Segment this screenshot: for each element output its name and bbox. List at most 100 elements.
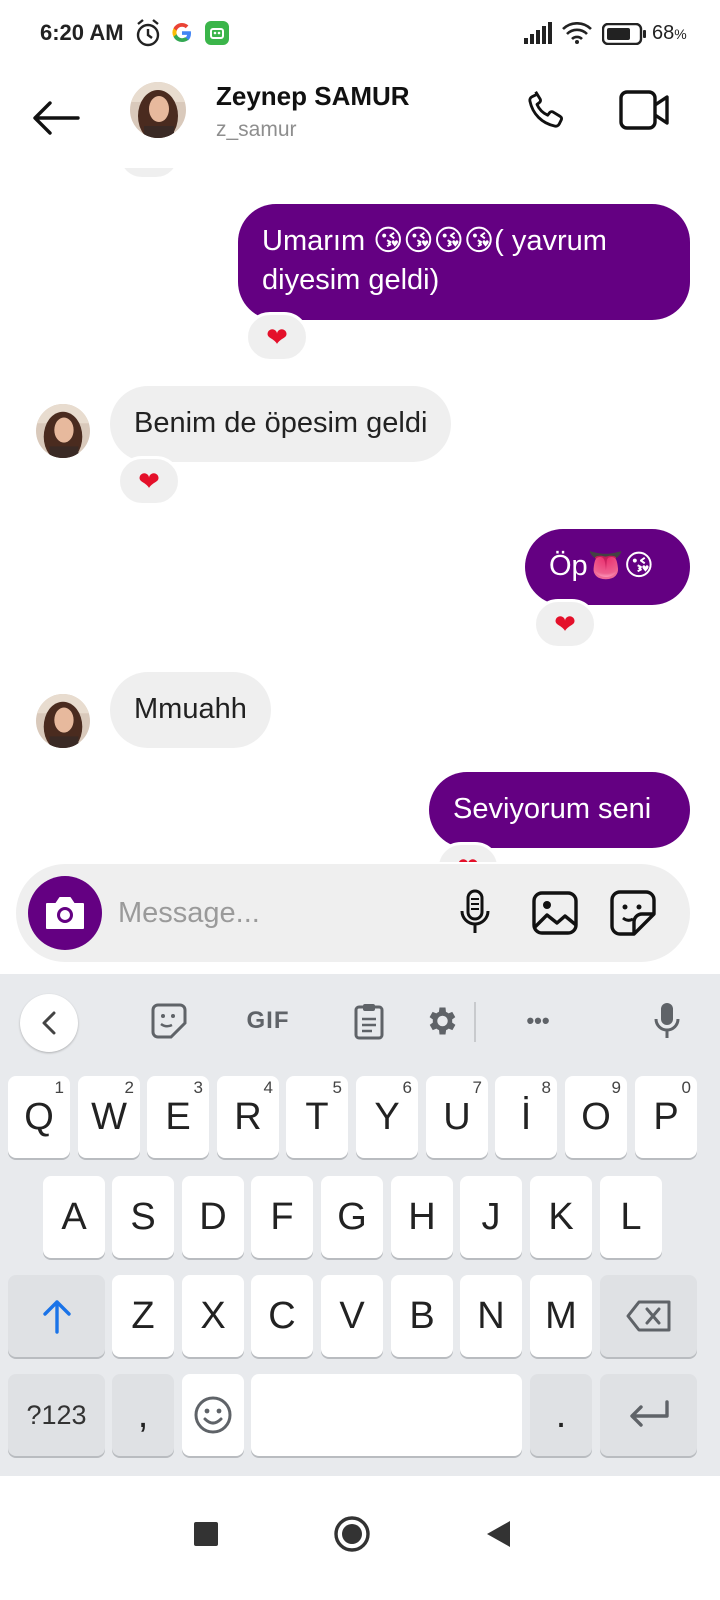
message-text: ( yavrum [494,225,607,257]
outgoing-message[interactable]: Seviyorum seni [429,772,690,848]
microphone-icon [654,1003,680,1038]
key-c[interactable]: C [251,1275,313,1357]
comma-key[interactable]: , [112,1374,174,1456]
key-q[interactable]: Q1 [8,1076,70,1158]
sticker-icon [151,1003,187,1039]
key-n[interactable]: N [460,1275,522,1357]
enter-icon [629,1400,669,1427]
period-key[interactable]: . [530,1374,592,1456]
tongue-kiss-emoji: 👅😘 [587,550,655,582]
voice-message-button[interactable] [450,888,500,938]
key-t[interactable]: T5 [286,1076,348,1158]
reaction-heart[interactable]: ❤ [245,312,309,362]
message-text: Umarım [262,225,366,257]
camera-icon [46,897,84,929]
reaction-heart[interactable]: ❤ [117,456,181,506]
signal-icon [524,22,552,49]
key-dotted-i[interactable]: İ8 [495,1076,557,1158]
key-j[interactable]: J [460,1176,522,1258]
kiss-emoji: 😘😘😘😘 [373,225,495,257]
alarm-icon [134,18,162,53]
shift-key[interactable] [8,1275,105,1357]
voice-typing-button[interactable] [644,994,690,1048]
battery-percent: 68% [652,22,687,44]
toolbar-divider [474,1002,476,1042]
incoming-message[interactable]: Benim de öpesim geldi [110,386,452,462]
key-r[interactable]: R4 [217,1076,279,1158]
gif-button[interactable]: GIF [240,994,296,1048]
home-button[interactable] [322,1504,382,1564]
status-bar: 6:20 AM 68% [0,0,720,68]
video-icon [619,90,669,130]
onscreen-keyboard: GIF ••• Q1 W2 E3 R4 T5 Y6 U7 İ8 O9 P0 A … [0,974,720,1476]
key-f[interactable]: F [251,1176,313,1258]
outgoing-message[interactable]: Öp👅😘 [525,529,690,605]
gallery-button[interactable] [530,888,580,938]
keyboard-toolbar: GIF ••• [0,974,720,1068]
gallery-icon [532,891,578,935]
google-icon [170,20,194,51]
key-z[interactable]: Z [112,1275,174,1357]
clipboard-icon [354,1004,384,1040]
enter-key[interactable] [600,1374,697,1456]
back-nav-button[interactable] [468,1504,528,1564]
sender-avatar[interactable] [36,694,90,748]
contact-username[interactable]: z_samur [216,118,297,142]
message-text: Öp [549,550,588,582]
settings-icon [429,1007,456,1035]
keyboard-settings-button[interactable] [418,994,464,1048]
key-l[interactable]: L [600,1176,662,1258]
keyboard-back-button[interactable] [20,994,78,1052]
battery-icon [601,22,648,50]
reaction-heart[interactable]: ❤ [533,599,597,649]
key-o[interactable]: O9 [565,1076,627,1158]
video-call-button[interactable] [614,82,674,138]
key-v[interactable]: V [321,1275,383,1357]
key-p[interactable]: P0 [635,1076,697,1158]
key-g[interactable]: G [321,1176,383,1258]
recents-button[interactable] [176,1504,236,1564]
space-bar[interactable] [251,1374,522,1456]
incoming-message[interactable]: Mmuahh [110,672,271,748]
keyboard-sticker-button[interactable] [146,994,192,1048]
back-button[interactable] [28,90,84,146]
key-x[interactable]: X [182,1275,244,1357]
wifi-icon [562,22,592,49]
backspace-key[interactable] [600,1275,697,1357]
message-composer [16,864,690,962]
camera-button[interactable] [28,876,102,950]
shift-arrow-icon [42,1300,71,1334]
sticker-icon [610,890,656,936]
chevron-left-icon [42,1011,56,1035]
key-a[interactable]: A [43,1176,105,1258]
emoji-key[interactable] [182,1374,244,1456]
sender-avatar[interactable] [36,404,90,458]
message-input[interactable] [118,888,438,938]
key-b[interactable]: B [391,1275,453,1357]
more-options-button[interactable]: ••• [512,994,564,1048]
status-time: 6:20 AM [40,20,124,45]
app-icon [204,20,230,51]
message-text: diyesim geldi) [262,264,440,296]
sticker-button[interactable] [608,888,658,938]
key-y[interactable]: Y6 [356,1076,418,1158]
key-e[interactable]: E3 [147,1076,209,1158]
voice-call-button[interactable] [518,82,574,138]
key-k[interactable]: K [530,1176,592,1258]
key-h[interactable]: H [391,1176,453,1258]
symbols-key[interactable]: ?123 [8,1374,105,1456]
backspace-icon [626,1300,670,1332]
key-s[interactable]: S [112,1176,174,1258]
chat-header: Zeynep SAMUR z_samur [0,68,720,168]
recents-square-icon [194,1522,218,1546]
key-d[interactable]: D [182,1176,244,1258]
phone-icon [528,91,564,128]
outgoing-message[interactable]: Umarım 😘😘😘😘( yavrum diyesim geldi) [238,204,690,320]
key-u[interactable]: U7 [426,1076,488,1158]
key-m[interactable]: M [530,1275,592,1357]
message-thread[interactable]: ❤ Umarım 😘😘😘😘( yavrum diyesim geldi) ❤ B… [0,150,720,862]
contact-avatar[interactable] [130,82,186,138]
clipboard-button[interactable] [346,994,392,1048]
key-w[interactable]: W2 [78,1076,140,1158]
contact-name[interactable]: Zeynep SAMUR [216,81,410,112]
